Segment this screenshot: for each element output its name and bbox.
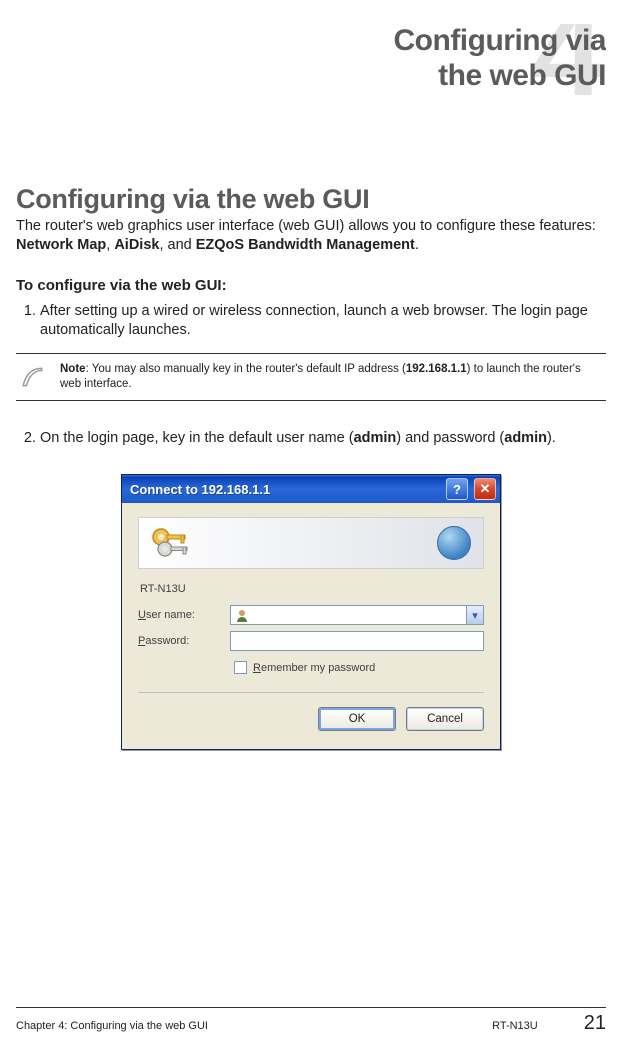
section-title: Configuring via the web GUI: [16, 184, 606, 215]
note-icon: [20, 364, 46, 390]
device-label: RT-N13U: [140, 583, 484, 595]
note-box: Note: You may also manually key in the r…: [16, 353, 606, 401]
howto-steps-cont: On the login page, key in the default us…: [16, 429, 606, 448]
howto-steps: After setting up a wired or wireless con…: [16, 302, 606, 340]
footer-model: RT-N13U: [492, 1020, 538, 1032]
intro-text-prefix: The router's web graphics user interface…: [16, 218, 596, 234]
chapter-title-line1: Configuring via: [394, 24, 607, 57]
dialog-title: Connect to 192.168.1.1: [130, 482, 440, 497]
username-label: User name:: [138, 609, 230, 621]
help-button[interactable]: ?: [446, 478, 468, 500]
chapter-header: 4 Configuring via the web GUI: [16, 24, 606, 114]
chevron-down-icon[interactable]: ▾: [466, 606, 483, 624]
feature-ezqos: EZQoS Bandwidth Management: [196, 237, 415, 253]
ok-button[interactable]: OK: [318, 707, 396, 731]
dialog-footer: OK Cancel: [138, 692, 484, 731]
cancel-button[interactable]: Cancel: [406, 707, 484, 731]
login-dialog-illustration: Connect to 192.168.1.1 ? ✕: [121, 474, 501, 750]
chapter-title-line2: the web GUI: [438, 59, 606, 92]
username-row: User name: ▾: [138, 605, 484, 625]
dialog-banner: [138, 517, 484, 569]
note-text: Note: You may also manually key in the r…: [60, 362, 600, 392]
chapter-title: Configuring via the web GUI: [16, 24, 606, 93]
footer-page-number: 21: [584, 1012, 606, 1035]
note-ip: 192.168.1.1: [406, 363, 467, 375]
page-footer: Chapter 4: Configuring via the web GUI R…: [16, 1007, 606, 1035]
note-label: Note: [60, 363, 86, 375]
default-password: admin: [504, 430, 547, 446]
feature-network-map: Network Map: [16, 237, 106, 253]
remember-checkbox[interactable]: [234, 661, 247, 674]
keys-icon: [149, 523, 195, 563]
user-icon: [235, 608, 249, 622]
step-1: After setting up a wired or wireless con…: [40, 302, 606, 340]
section-intro: The router's web graphics user interface…: [16, 217, 606, 255]
step-2: On the login page, key in the default us…: [40, 429, 606, 448]
remember-label: Remember my password: [253, 662, 375, 674]
password-input[interactable]: [230, 631, 484, 651]
password-label: Password:: [138, 635, 230, 647]
username-input[interactable]: ▾: [230, 605, 484, 625]
password-row: Password:: [138, 631, 484, 651]
globe-icon: [437, 526, 471, 560]
howto-heading: To configure via the web GUI:: [16, 277, 606, 294]
close-button[interactable]: ✕: [474, 478, 496, 500]
feature-aidisk: AiDisk: [114, 237, 159, 253]
default-username: admin: [354, 430, 397, 446]
remember-row: Remember my password: [234, 661, 484, 674]
dialog-titlebar: Connect to 192.168.1.1 ? ✕: [122, 475, 500, 503]
footer-chapter: Chapter 4: Configuring via the web GUI: [16, 1020, 492, 1032]
